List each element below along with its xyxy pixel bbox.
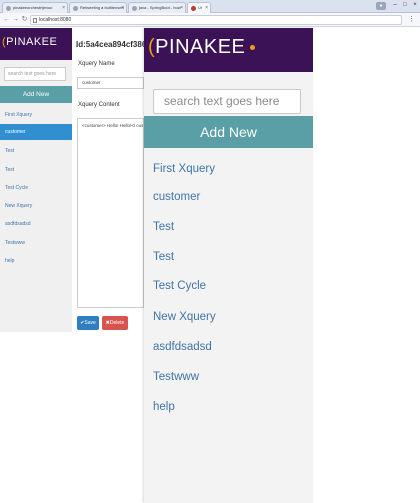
tab-label: Retweeting a bultitensen	[80, 5, 124, 10]
sidebar-item[interactable]: Test Cycle	[0, 180, 72, 196]
tab-label: java - SpringBoot - how	[139, 5, 181, 10]
panel-list-item[interactable]: help	[153, 397, 175, 417]
tab-label: pinakeeorchestrtjenuo	[13, 5, 53, 10]
delete-button[interactable]: ✖Delete	[102, 316, 128, 330]
sidebar-item[interactable]: New Xquery	[0, 198, 72, 214]
maximize-icon[interactable]: □	[400, 1, 410, 10]
browser-tab[interactable]: Retweeting a bultitensen ×	[69, 2, 127, 13]
url-text: localhost:8080	[39, 17, 72, 23]
tab-favicon-icon	[73, 6, 78, 11]
sidebar-item[interactable]: First Xquery	[0, 107, 72, 123]
tab-close-icon[interactable]: ×	[180, 3, 183, 13]
sidebar-item[interactable]: Testwww	[0, 235, 72, 251]
tab-favicon-icon	[191, 6, 196, 11]
panel-list-item[interactable]: Test	[153, 247, 174, 267]
zoomed-sidebar-panel: (PINAKEE search text goes here Add New F…	[144, 28, 313, 503]
tab-close-icon[interactable]: ×	[121, 3, 124, 13]
browser-tab[interactable]: java - SpringBoot - how ×	[128, 2, 186, 13]
url-input[interactable]: localhost:8080	[30, 15, 402, 25]
sidebar-item-selected[interactable]: customer	[0, 124, 72, 140]
browser-tab-strip: pinakeeorchestrtjenuo × Retweeting a bul…	[0, 0, 420, 13]
browser-tab-active[interactable]: UI ×	[187, 2, 211, 13]
address-bar-row: ← → ↻ localhost:8080 ⋮	[0, 13, 420, 27]
panel-list-item[interactable]: Testwww	[153, 367, 199, 387]
sidebar-item[interactable]: asdfdsadsd	[0, 216, 72, 232]
xquery-content-textarea[interactable]: <customer> Hello! Hello!</ custo	[77, 118, 144, 308]
panel-list-item[interactable]: Test Cycle	[153, 276, 206, 296]
app-logo-text: PINAKEE	[6, 36, 58, 48]
tab-favicon-icon	[132, 6, 137, 11]
tab-close-icon[interactable]: ×	[205, 3, 208, 13]
app-header: (PINAKEE	[0, 28, 72, 60]
panel-list-item[interactable]: asdfdsadsd	[153, 337, 212, 357]
panel-search-input[interactable]: search text goes here	[153, 89, 301, 114]
record-id-title: Id:5a4cea894cf3869	[76, 40, 151, 49]
profile-icon[interactable]: ●	[376, 2, 386, 10]
close-window-icon[interactable]: ×	[410, 1, 420, 10]
page-blank-area	[0, 338, 144, 503]
logo-dot-icon	[250, 45, 256, 51]
xquery-name-label: Xquery Name	[78, 61, 115, 67]
sidebar-item[interactable]: Test	[0, 143, 72, 159]
page-icon	[33, 18, 37, 23]
sidebar-add-new-button[interactable]: Add New	[0, 86, 72, 103]
app-logo: (PINAKEE	[2, 36, 58, 48]
forward-icon[interactable]: →	[11, 15, 20, 25]
xquery-content-label: Xquery Content	[78, 102, 120, 108]
tab-label: UI	[198, 5, 202, 10]
panel-list-item[interactable]: New Xquery	[153, 307, 216, 327]
sidebar-item[interactable]: help	[0, 253, 72, 269]
xquery-name-input[interactable]: customer	[77, 77, 144, 89]
back-icon[interactable]: ←	[2, 15, 11, 25]
minimize-icon[interactable]: –	[390, 1, 400, 10]
panel-add-new-button[interactable]: Add New	[144, 116, 313, 148]
browser-tab[interactable]: pinakeeorchestrtjenuo ×	[2, 2, 68, 13]
sidebar-item[interactable]: Test	[0, 162, 72, 178]
panel-logo: (PINAKEE	[148, 36, 256, 59]
panel-header: (PINAKEE	[144, 28, 313, 72]
reload-icon[interactable]: ↻	[20, 15, 29, 25]
sidebar-search-input[interactable]: search text goes here	[4, 67, 66, 81]
browser-menu-icon[interactable]: ⋮	[408, 15, 415, 25]
save-button[interactable]: ✔Save	[77, 316, 99, 330]
panel-list-item[interactable]: customer	[153, 187, 200, 207]
tab-favicon-icon	[6, 6, 11, 11]
panel-list-item[interactable]: Test	[153, 217, 174, 237]
tab-close-icon[interactable]: ×	[62, 3, 65, 13]
panel-list-item[interactable]: First Xquery	[153, 159, 215, 179]
panel-logo-text: PINAKEE	[155, 36, 246, 58]
